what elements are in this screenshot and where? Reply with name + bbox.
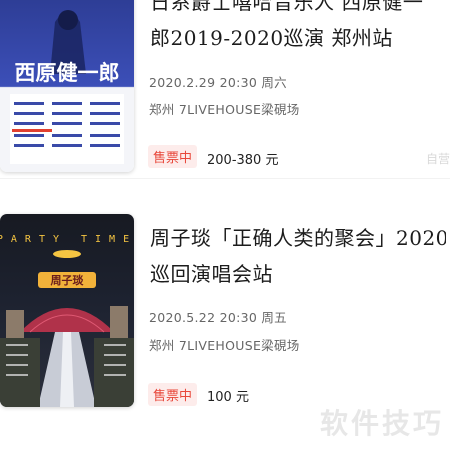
event-title-line: 周子琰「正确人类的聚会」2020 [150,226,446,250]
poster-title: 西原健一郎 [15,61,120,85]
event-title[interactable]: 日系爵士嘻哈音乐人 西原健一 郎2019-2020巡演 郑州站 [150,0,446,56]
watermark: 软件技巧 [320,407,445,440]
event-title-line: 巡回演唱会站 [150,262,273,286]
event-poster[interactable]: 西原健一郎 [0,0,134,172]
poster-title: PARTY TIME [0,234,134,245]
event-card[interactable]: PARTY TIME 周子琰 周子琰「正确人类的聚会」2020 巡回演唱会站 2… [0,214,450,414]
event-title-line: 郎2019-2020巡演 郑州站 [150,26,393,50]
event-venue: 郑州 7LIVEHOUSE梁硯场 [149,102,300,117]
event-card[interactable]: 西原健一郎 日系爵士嘻哈音乐人 西原健一 郎2019-2020巡演 郑州站 20… [0,0,450,182]
event-title-line: 日系爵士嘻哈音乐人 西原健一 [150,0,424,14]
event-date: 2020.5.22 20:30 周五 [149,310,287,325]
event-title[interactable]: 周子琰「正确人类的聚会」2020 巡回演唱会站 [150,220,446,292]
event-price: 100 元 [207,390,249,405]
event-date: 2020.2.29 20:30 周六 [149,75,287,90]
poster-image: 西原健一郎 [10,10,124,164]
event-poster[interactable]: PARTY TIME 周子琰 [0,214,134,407]
side-tag: 自营 [425,152,450,166]
poster-image: PARTY TIME 周子琰 [0,234,134,407]
status-badge: 售票中 [148,145,198,168]
event-price: 200-380 元 [207,153,279,168]
poster-artist: 周子琰 [51,273,85,287]
event-venue: 郑州 7LIVEHOUSE梁硯场 [149,338,300,353]
card-divider [0,178,450,179]
status-badge: 售票中 [148,383,198,406]
